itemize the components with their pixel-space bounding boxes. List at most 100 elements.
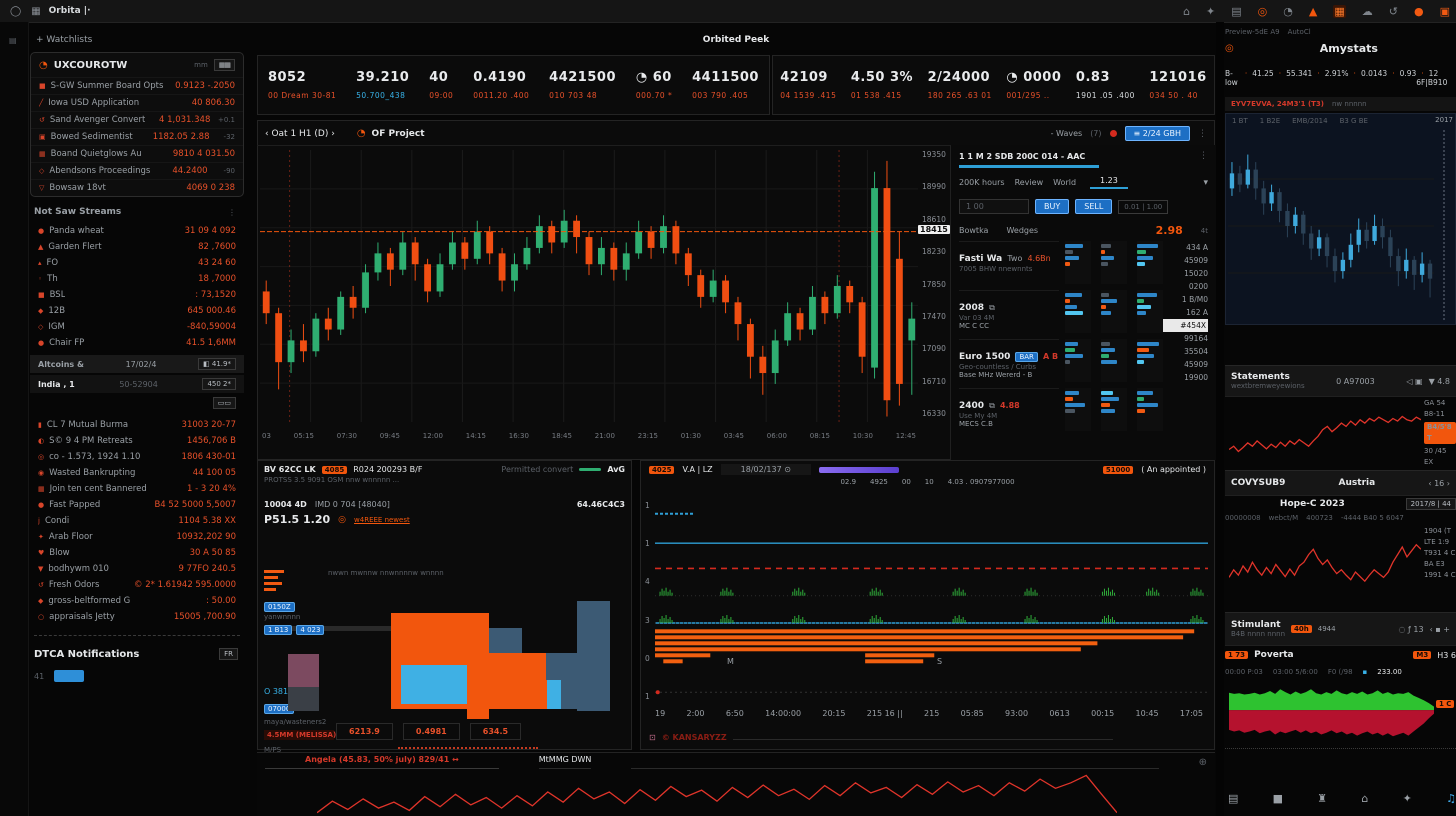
timeline-date[interactable]: 18/02/137 ⊙: [721, 464, 811, 475]
tab-world[interactable]: World: [1053, 178, 1076, 187]
timeline-x-axis[interactable]: 192:006:5014:00:0020:15215 16 ||21505:85…: [655, 709, 1203, 718]
stream-row[interactable]: ■BSL : 73,1520: [30, 287, 244, 303]
footer-icon[interactable]: ⊡: [649, 733, 656, 742]
buy-button[interactable]: BUY: [1035, 199, 1069, 214]
watchlist-row[interactable]: ◇Abendsons Proceedings 44.2400 -90: [31, 162, 243, 179]
price-axis[interactable]: 1935018990186101823017850174701709016710…: [922, 150, 948, 418]
sell-button[interactable]: SELL: [1075, 199, 1112, 214]
stat-box[interactable]: 0.4981: [403, 723, 460, 740]
rail-panel-icon[interactable]: ▤: [9, 36, 17, 45]
app-dock-icon[interactable]: ⌂: [1361, 792, 1368, 805]
chevron-down-icon[interactable]: ▾: [1203, 178, 1208, 188]
tab-input[interactable]: 1.23: [1090, 176, 1128, 189]
watchlist-row[interactable]: ▦Boand Quietglows Au 9810 4 031.50: [31, 145, 243, 162]
notifications-badge[interactable]: FR: [219, 648, 238, 660]
stream-row[interactable]: ◇IGM -840,59004: [30, 319, 244, 335]
add-watchlist-button[interactable]: + Watchlists: [36, 35, 92, 45]
mini-box-button[interactable]: ▭▭: [213, 397, 236, 409]
time-axis[interactable]: 0305:1507:3009:4512:0014:1516:3018:4521:…: [262, 432, 916, 440]
toolbar-icon[interactable]: ▤: [1231, 5, 1241, 18]
watchlist-row[interactable]: ■S-GW Summer Board Opts 0.9123 -.2050: [31, 77, 243, 94]
tab-inactive[interactable]: MtMMG DWN: [539, 755, 592, 769]
statements-icon-2[interactable]: ▼ 4.8: [1429, 377, 1450, 386]
analytics-icon[interactable]: ◎: [1225, 43, 1234, 54]
app-dock-icon[interactable]: ▤: [1228, 792, 1238, 805]
column-header-1[interactable]: Bowtka: [959, 226, 988, 235]
search-row[interactable]: India , 1 50-52904 450 2*: [30, 375, 244, 393]
depth-row[interactable]: 2008 ⧉ Var 03 4M MC C CC: [959, 290, 1059, 339]
stream-row[interactable]: ●Panda wheat 31 09 4 092: [30, 223, 244, 239]
depth-area-chart[interactable]: [1229, 684, 1434, 742]
position-row[interactable]: јCondi 1104 5.38 XX: [30, 513, 244, 529]
watchlist-settings-button[interactable]: ▦▦: [214, 59, 235, 71]
position-row[interactable]: ◎co - 1.573, 1924 1.10 1806 430-01: [30, 449, 244, 465]
watchlist-row[interactable]: ╱Iowa USD Application 40 806.30: [31, 94, 243, 111]
app-dock-icon[interactable]: ♜: [1317, 792, 1327, 805]
toolbar-icon[interactable]: ☁: [1362, 5, 1373, 18]
austria-paging[interactable]: ‹ 16 ›: [1428, 479, 1450, 488]
search-chip[interactable]: 450 2*: [202, 378, 236, 390]
toolbar-icon[interactable]: ●: [1414, 5, 1424, 18]
slider-chip[interactable]: ◧ 41.9*: [198, 358, 236, 370]
chart-menu-icon[interactable]: ⋮: [1198, 129, 1207, 139]
app-dock-icon[interactable]: ■: [1273, 792, 1283, 805]
watchlist-row[interactable]: ↺Sand Avenger Convert 4 1,031.348 +0.1: [31, 111, 243, 128]
position-row[interactable]: ✦Arab Floor 10932,202 90: [30, 529, 244, 545]
stimulant-icons-2[interactable]: ‹ ▪ +: [1430, 625, 1450, 634]
depth-row[interactable]: 2400 ⧉ 4.88 Use My 4M MECS C.B: [959, 388, 1059, 437]
position-row[interactable]: ○appraisals Jetty 15005 ,700.90: [30, 609, 244, 625]
order-panel-menu-icon[interactable]: ⋮: [1199, 151, 1208, 161]
toolbar-icon[interactable]: ⌂: [1183, 5, 1190, 18]
austria-chart[interactable]: [1229, 528, 1421, 604]
position-row[interactable]: ◐S© 9 4 PM Retreats 1456,706 B: [30, 433, 244, 449]
blocks-chart[interactable]: [258, 461, 633, 751]
symbol-timeframe-selector[interactable]: ‹ Oat 1 H1 (D) ›: [265, 129, 335, 139]
timeline-chart[interactable]: [655, 497, 1208, 707]
row-badge[interactable]: BAR: [1015, 352, 1037, 362]
candlestick-chart[interactable]: [260, 150, 918, 422]
tab-hours[interactable]: 200K hours: [959, 178, 1005, 187]
stat-box[interactable]: 634.5: [470, 723, 521, 740]
stream-row[interactable]: ◆12B 645 000.46: [30, 303, 244, 319]
tab-review[interactable]: Review: [1015, 178, 1044, 187]
record-icon[interactable]: [1110, 130, 1117, 137]
expand-icon[interactable]: ⊕: [1199, 757, 1207, 768]
depth-row[interactable]: Euro 1500 BAR A B Geo-countless / Curbs …: [959, 339, 1059, 388]
position-row[interactable]: ●Fast Papped B4 52 5000 5,5007: [30, 497, 244, 513]
statements-chart[interactable]: [1229, 400, 1421, 466]
toolbar-icon[interactable]: ✦: [1206, 5, 1215, 18]
position-row[interactable]: ▦Join ten cent Bannered 1 - 3 20 4%: [30, 481, 244, 497]
watchlist-row[interactable]: ▣Bowed Sedimentist 1182.05 2.88 -32: [31, 128, 243, 145]
stream-row[interactable]: ●Chair FP 41.5 1,6MM: [30, 335, 244, 351]
app-dock-icon[interactable]: ♫: [1446, 792, 1456, 805]
chart-mode-label[interactable]: - Waves: [1051, 129, 1083, 138]
stat-box[interactable]: 6213.9: [336, 723, 393, 740]
slider-row[interactable]: Altcoins & 17/02/4 ◧ 41.9*: [30, 355, 244, 373]
position-row[interactable]: ◉Wasted Bankrupting 44 100 05: [30, 465, 244, 481]
statements-icon-1[interactable]: ◁ ▣: [1406, 377, 1422, 386]
toolbar-icon[interactable]: ▦: [1333, 5, 1345, 18]
stimulant-pill[interactable]: 40h: [1291, 625, 1312, 633]
mini-candle-chart[interactable]: [1228, 132, 1434, 320]
position-row[interactable]: ▮CL 7 Mutual Burma 31003 20-77: [30, 417, 244, 433]
step-selector[interactable]: 0.01 | 1.00: [1118, 200, 1168, 214]
column-header-2[interactable]: Wedges: [1006, 226, 1038, 235]
timeframe-button[interactable]: ≡ 2/24 GBH: [1125, 126, 1190, 141]
position-row[interactable]: ◆gross-beltformed G : 50.00: [30, 593, 244, 609]
stream-row[interactable]: ▲Garden Flert 82 ,7600: [30, 239, 244, 255]
app-dock-icon[interactable]: ✦: [1403, 792, 1412, 805]
toolbar-icon[interactable]: ◔: [1283, 5, 1293, 18]
toolbar-icon[interactable]: ▲: [1309, 5, 1317, 18]
position-row[interactable]: ↺Fresh Odors © 2* 1.61942 595.0000: [30, 577, 244, 593]
toolbar-icon[interactable]: ◎: [1258, 5, 1268, 18]
app-logo-icon[interactable]: ◯: [10, 6, 21, 17]
section2-menu-icon[interactable]: ⋮: [228, 208, 236, 217]
stream-row[interactable]: ▴FO 43 24 60: [30, 255, 244, 271]
grid-menu-icon[interactable]: ▦: [31, 6, 40, 17]
toolbar-icon[interactable]: ↺: [1389, 5, 1398, 18]
position-row[interactable]: ▼bodhywm 010 9 77FO 240.5: [30, 561, 244, 577]
tab-active[interactable]: Angela (45.83, 50% july) 829/41 ↔: [265, 755, 499, 769]
position-row[interactable]: ♥Blow 30 A 50 85: [30, 545, 244, 561]
depth-row[interactable]: Fasti Wa Two 4.6Bn 7005 BHW nnewnnts: [959, 241, 1059, 290]
toolbar-icon[interactable]: ▣: [1440, 5, 1450, 18]
